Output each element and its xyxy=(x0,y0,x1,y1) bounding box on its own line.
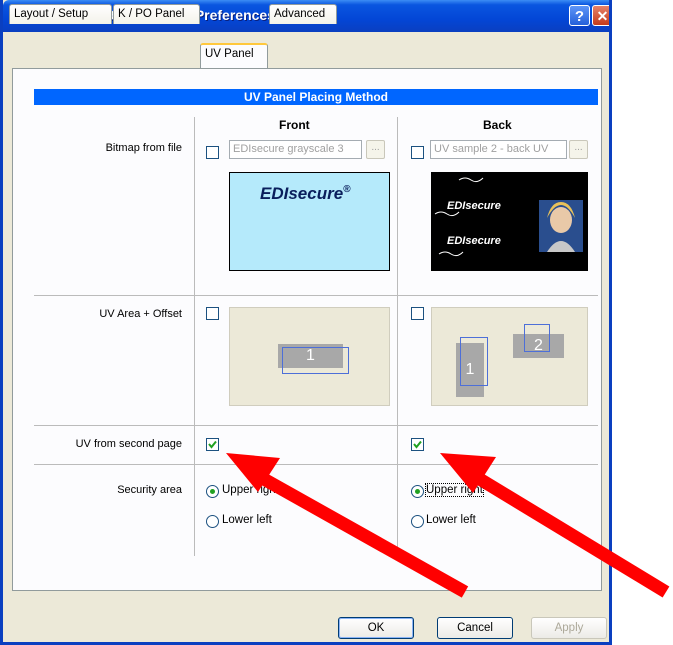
annotation-arrows xyxy=(226,453,670,598)
red-arrow-icon xyxy=(226,453,469,598)
tab-label: UV Panel xyxy=(205,48,254,60)
tab-uv-panel[interactable]: UV Panel xyxy=(200,43,268,68)
red-arrow-icon xyxy=(440,453,670,598)
